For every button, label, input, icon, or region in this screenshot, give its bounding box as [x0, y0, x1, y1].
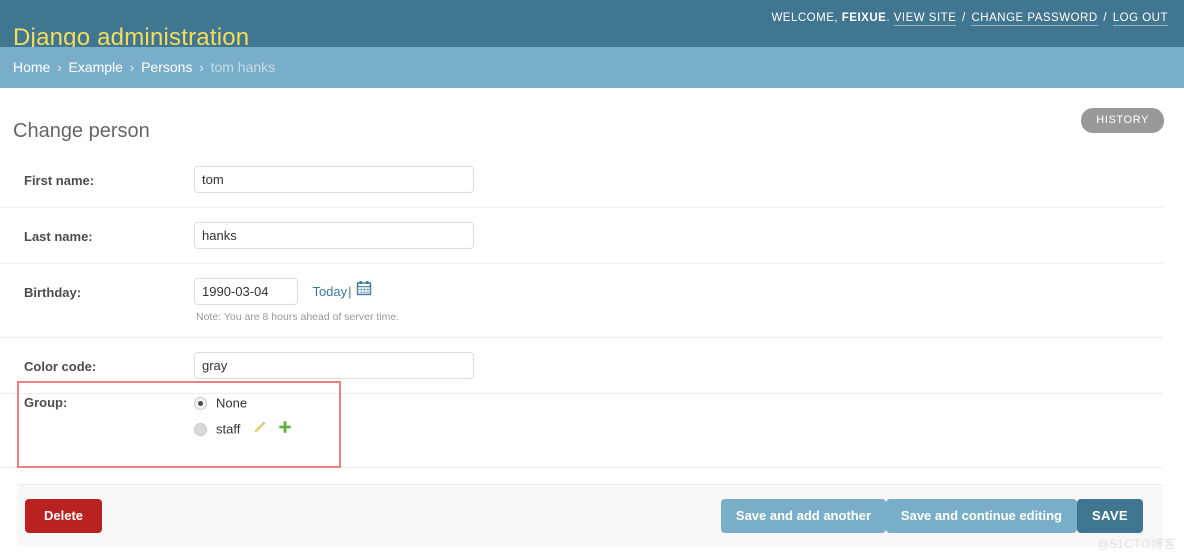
site-header: Django administration WELCOME, FEIXUE. V… — [0, 0, 1184, 51]
watermark: @51CTO博客 — [1097, 537, 1176, 551]
welcome-text: WELCOME, — [771, 12, 839, 24]
group-radio-list: None staff — [194, 390, 292, 442]
birthday-help-text: Note: You are 8 hours ahead of server ti… — [196, 311, 400, 323]
link-separator-1: / — [962, 12, 966, 24]
group-option-staff[interactable]: staff — [194, 416, 292, 442]
page-title: Change person — [13, 119, 150, 142]
first-name-input[interactable] — [194, 166, 474, 193]
save-button[interactable]: SAVE — [1076, 499, 1143, 533]
radio-staff-label: staff — [216, 421, 241, 437]
username-label: FEIXUE — [841, 12, 887, 24]
first-name-label: First name: — [24, 173, 95, 188]
breadcrumb-separator-1: › — [57, 60, 62, 75]
breadcrumb-separator-3: › — [199, 60, 204, 75]
radio-none-label: None — [216, 395, 248, 411]
change-form: First name: Last name: Birthday: Today| … — [0, 152, 1184, 394]
log-out-link[interactable]: LOG OUT — [1112, 12, 1168, 26]
last-name-label: Last name: — [24, 229, 93, 244]
form-row-group — [0, 370, 1163, 468]
calendar-icon[interactable] — [356, 280, 372, 301]
save-and-add-another-button[interactable]: Save and add another — [720, 499, 886, 533]
group-label: Group: — [24, 395, 68, 410]
history-button[interactable]: HISTORY — [1081, 108, 1164, 133]
form-row-birthday: Birthday: Today| Note: You are 8 hours a… — [0, 264, 1163, 338]
breadcrumb-persons[interactable]: Persons — [141, 59, 192, 75]
user-tools: WELCOME, FEIXUE. VIEW SITE / CHANGE PASS… — [771, 12, 1168, 26]
pencil-icon[interactable] — [253, 417, 267, 443]
link-separator-2: / — [1103, 12, 1108, 24]
change-password-link[interactable]: CHANGE PASSWORD — [971, 12, 1098, 26]
plus-icon[interactable] — [278, 417, 292, 443]
group-option-none[interactable]: None — [194, 390, 292, 416]
birthday-label: Birthday: — [24, 285, 82, 300]
breadcrumb-current: tom hanks — [210, 59, 276, 75]
birthday-input[interactable] — [194, 278, 298, 305]
delete-button[interactable]: Delete — [25, 499, 103, 533]
today-link[interactable]: Today — [312, 284, 347, 299]
view-site-link[interactable]: VIEW SITE — [893, 12, 957, 26]
username-period: . — [886, 12, 891, 24]
save-and-continue-editing-button[interactable]: Save and continue editing — [885, 499, 1077, 533]
form-row-first-name: First name: — [0, 152, 1163, 208]
breadcrumb-separator-2: › — [129, 60, 135, 75]
radio-none[interactable] — [194, 397, 207, 411]
form-row-last-name: Last name: — [0, 208, 1163, 264]
today-pipe: | — [348, 284, 352, 299]
last-name-input[interactable] — [194, 222, 474, 249]
breadcrumb-example[interactable]: Example — [68, 59, 122, 75]
radio-staff[interactable] — [194, 423, 207, 437]
breadcrumb: Home › Example › Persons › tom hanks — [0, 47, 1184, 88]
submit-row: Delete Save and add another Save and con… — [17, 484, 1163, 546]
breadcrumb-home[interactable]: Home — [13, 59, 50, 75]
group-inline-actions — [253, 421, 292, 436]
